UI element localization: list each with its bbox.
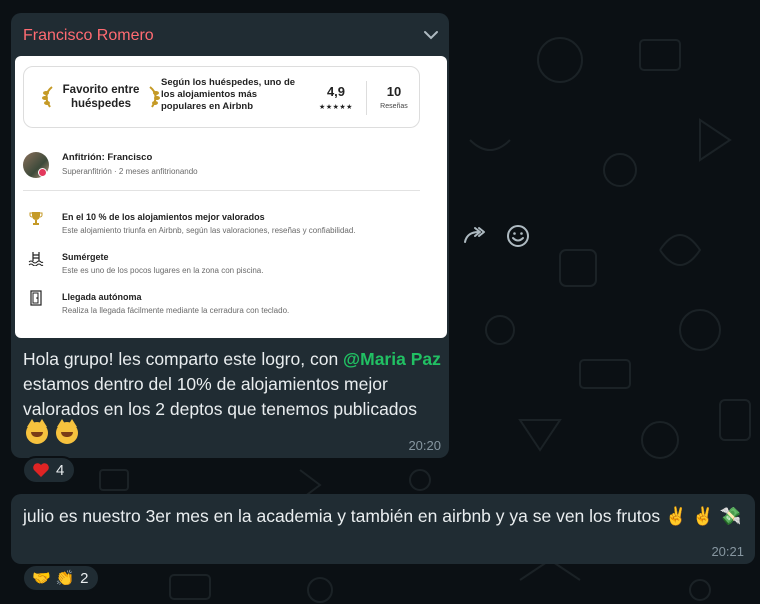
message-text: Hola grupo! les comparto este logro, con… [23,347,443,447]
feature-description: Este es uno de los pocos lugares en la z… [62,266,264,275]
reaction-emojis: 🤝 👏 [32,569,75,587]
message-time: 20:21 [711,544,744,559]
pool-icon [28,252,44,266]
reaction-count: 4 [56,461,65,479]
message-text-part: julio es nuestro 3er mes en la academia … [23,506,661,526]
sender-name[interactable]: Francisco Romero [23,27,154,45]
divider [366,81,367,115]
superhost-badge [38,168,47,177]
message-bubble-1[interactable]: Francisco Romero Favorito entre huéspede… [11,13,449,458]
reaction-count: 2 [80,569,89,587]
mention-link[interactable]: @Maria Paz [343,349,441,369]
reviews-count: 10 [386,84,402,99]
airbnb-screenshot-card[interactable]: Favorito entre huéspedes Según los huésp… [15,56,447,338]
message-text-part: Hola grupo! les comparto este logro, con [23,349,344,369]
grinning-cat-emoji [55,419,78,444]
message-text-part: estamos dentro del 10% de alojamientos m… [23,374,418,419]
grinning-cat-emoji [26,419,48,444]
message-text: julio es nuestro 3er mes en la academia … [23,504,743,530]
host-name: Anfitrión: Francisco [62,152,153,163]
host-subtitle: Superanfitrión · 2 meses anfitrionando [62,167,198,176]
emoji-icon[interactable] [505,223,531,249]
guest-favorite-box: Favorito entre huéspedes Según los huésp… [23,66,420,128]
forward-icon[interactable] [462,224,488,248]
message-time: 20:20 [408,438,441,453]
feature-description: Este alojamiento triunfa en Airbnb, segú… [62,226,356,235]
chevron-down-icon[interactable] [421,27,441,43]
reviews-label: Reseñas [380,103,408,110]
door-icon [30,290,42,306]
reaction-pill[interactable]: 🤝 👏 2 [22,564,101,592]
rating-value: 4,9 [326,84,346,99]
emoji-trail: ✌️ ✌️ 💸 [665,507,742,527]
laurel-right-icon [149,86,160,108]
message-bubble-2[interactable]: julio es nuestro 3er mes en la academia … [11,494,755,564]
rating-stars: ★★★★★ [319,104,353,111]
favorite-description: Según los huéspedes, uno de los alojamie… [161,77,296,112]
favorite-title: Favorito entre huéspedes [62,84,140,110]
trophy-icon [29,212,43,225]
feature-description: Realiza la llegada fácilmente mediante l… [62,306,290,315]
feature-title: Llegada autónoma [62,292,142,302]
laurel-left-icon [42,86,53,108]
feature-title: En el 10 % de los alojamientos mejor val… [62,212,265,222]
reaction-pill[interactable]: 4 [22,456,77,484]
feature-title: Sumérgete [62,252,109,262]
divider [23,190,420,191]
heart-icon [33,463,49,477]
